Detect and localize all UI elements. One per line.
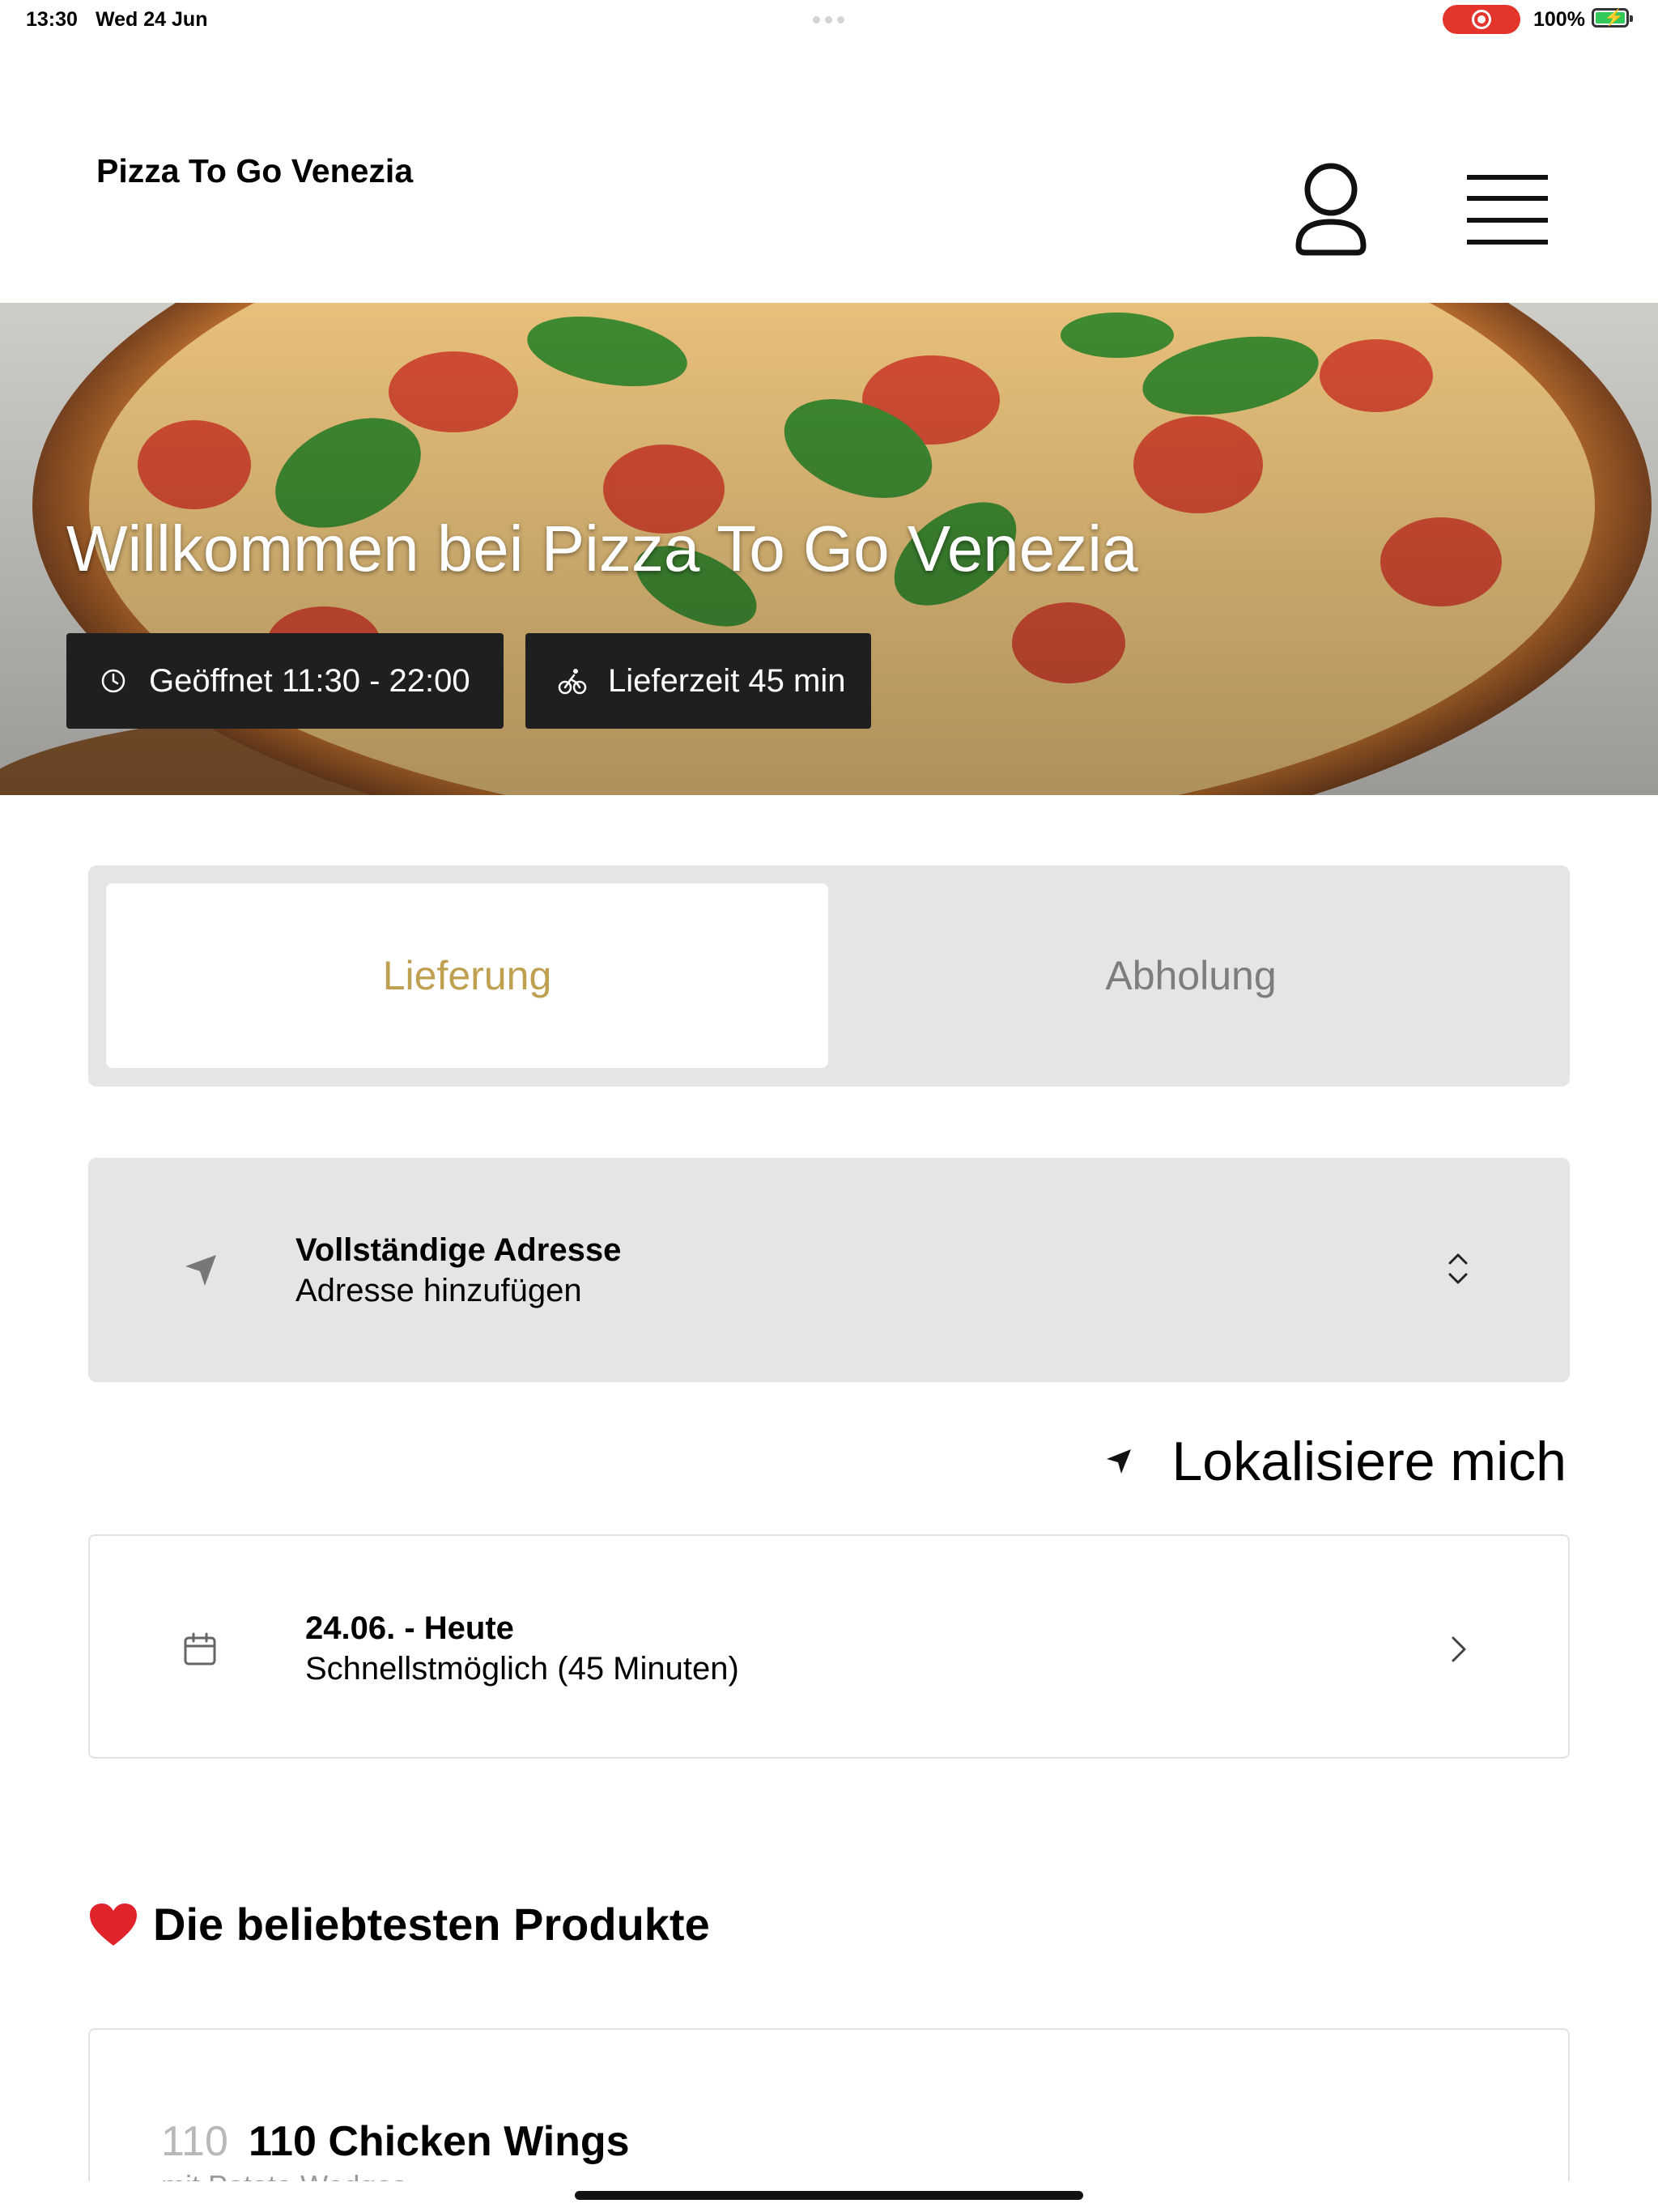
battery-percentage: 100% bbox=[1533, 8, 1585, 31]
location-arrow-icon bbox=[1107, 1449, 1132, 1474]
restaurant-name[interactable]: Pizza To Go Venezia bbox=[96, 152, 413, 190]
navigation-arrow-icon bbox=[185, 1255, 216, 1286]
product-number: 110 bbox=[161, 2118, 228, 2165]
hero-banner: Willkommen bei Pizza To Go Venezia Geöff… bbox=[0, 303, 1658, 795]
opening-hours-badge: Geöffnet 11:30 - 22:00 bbox=[66, 633, 504, 729]
delivery-time-badge: Lieferzeit 45 min bbox=[525, 633, 871, 729]
chevron-up-down-icon bbox=[1448, 1253, 1468, 1284]
product-name: 110 Chicken Wings bbox=[249, 2118, 630, 2165]
bicycle-icon bbox=[558, 669, 587, 695]
calendar-icon bbox=[184, 1632, 216, 1665]
multitasking-dots-icon[interactable] bbox=[813, 16, 844, 23]
popular-products-title: Die beliebtesten Produkte bbox=[153, 1899, 710, 1950]
schedule-subtitle: Schnellstmöglich (45 Minuten) bbox=[305, 1651, 739, 1687]
hamburger-menu-icon[interactable] bbox=[1467, 175, 1548, 245]
home-indicator[interactable] bbox=[575, 2191, 1083, 2200]
battery-icon: ⚡ bbox=[1592, 8, 1633, 28]
tab-pickup[interactable]: Abholung bbox=[830, 883, 1552, 1068]
user-icon[interactable] bbox=[1294, 162, 1368, 257]
address-subtitle: Adresse hinzufügen bbox=[295, 1273, 582, 1308]
app-header: Pizza To Go Venezia bbox=[0, 39, 1658, 303]
screen-recording-icon[interactable] bbox=[1443, 5, 1520, 34]
address-selector[interactable]: Vollständige Adresse Adresse hinzufügen bbox=[88, 1158, 1570, 1382]
heart-icon bbox=[90, 1903, 137, 1946]
popular-products-heading: Die beliebtesten Produkte bbox=[88, 1898, 710, 1950]
delivery-time-text: Lieferzeit 45 min bbox=[608, 662, 846, 699]
opening-hours-text: Geöffnet 11:30 - 22:00 bbox=[149, 662, 470, 699]
locate-me-button[interactable]: Lokalisiere mich bbox=[1103, 1430, 1567, 1493]
order-mode-toggle: Lieferung Abholung bbox=[88, 866, 1570, 1087]
chevron-right-icon bbox=[1452, 1636, 1466, 1662]
schedule-title: 24.06. - Heute bbox=[305, 1610, 514, 1646]
welcome-title: Willkommen bei Pizza To Go Venezia bbox=[66, 513, 1138, 585]
delivery-time-selector[interactable]: 24.06. - Heute Schnellstmöglich (45 Minu… bbox=[88, 1534, 1570, 1759]
clock-icon bbox=[101, 669, 125, 693]
locate-me-label: Lokalisiere mich bbox=[1171, 1431, 1567, 1492]
address-title: Vollständige Adresse bbox=[295, 1232, 622, 1268]
status-date: Wed 24 Jun bbox=[96, 8, 208, 31]
tab-delivery[interactable]: Lieferung bbox=[106, 883, 828, 1068]
status-bar: 13:30 Wed 24 Jun 100% ⚡ bbox=[0, 0, 1658, 39]
status-time: 13:30 bbox=[26, 8, 78, 31]
